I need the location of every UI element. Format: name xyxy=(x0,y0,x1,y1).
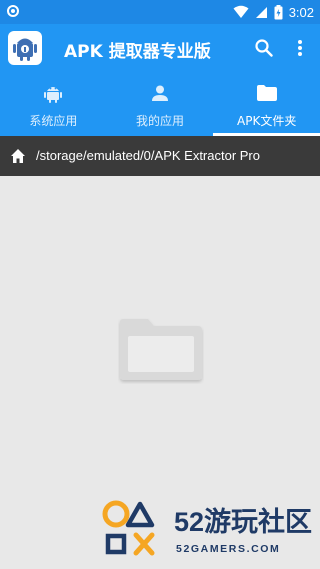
empty-folder-icon xyxy=(120,319,202,380)
more-vert-icon xyxy=(298,40,302,56)
wifi-icon xyxy=(233,5,249,18)
watermark-url: 52GAMERS.COM xyxy=(176,543,281,555)
watermark-title: 52游玩社区 xyxy=(174,507,313,537)
current-path: /storage/emulated/0/APK Extractor Pro xyxy=(36,148,260,163)
status-bar: 3:02 xyxy=(0,0,320,24)
app-title: APK 提取器专业版 xyxy=(64,42,211,62)
search-icon xyxy=(255,39,273,57)
app-logo xyxy=(8,31,42,65)
tab-system-apps[interactable]: 系统应用 xyxy=(0,72,107,136)
tab-label: 系统应用 xyxy=(29,114,78,128)
tab-my-apps[interactable]: 我的应用 xyxy=(107,72,214,136)
more-options-button[interactable] xyxy=(290,36,310,60)
search-button[interactable] xyxy=(252,36,276,60)
tab-bar: 系统应用 我的应用 APK文件夹 xyxy=(0,72,320,136)
android-icon xyxy=(44,87,63,103)
tab-label: APK文件夹 xyxy=(237,114,297,128)
path-bar: /storage/emulated/0/APK Extractor Pro xyxy=(0,136,320,176)
watermark-logo: 52游玩社区 52GAMERS.COM xyxy=(78,498,320,564)
signal-icon xyxy=(255,6,267,18)
status-time: 3:02 xyxy=(288,4,314,20)
apk-extractor-logo-icon xyxy=(13,38,37,61)
notification-icon xyxy=(7,5,19,17)
home-icon[interactable] xyxy=(10,148,26,164)
folder-icon xyxy=(256,85,277,101)
watermark-shapes-icon xyxy=(102,500,155,556)
tab-label: 我的应用 xyxy=(136,114,185,128)
tab-apk-folder[interactable]: APK文件夹 xyxy=(213,72,320,136)
battery-icon xyxy=(274,4,283,19)
status-icons: 3:02 xyxy=(233,3,314,21)
app-bar: APK 提取器专业版 xyxy=(0,24,320,72)
person-icon xyxy=(152,85,168,101)
